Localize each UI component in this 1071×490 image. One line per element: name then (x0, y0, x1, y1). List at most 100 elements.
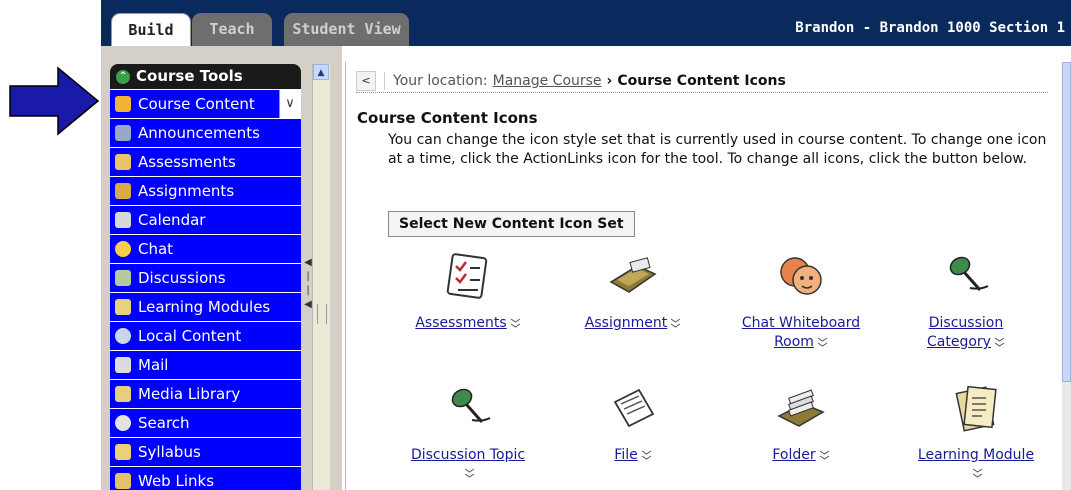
course-tools-header[interactable]: ⌃ Course Tools (110, 64, 301, 89)
icon-item-discussion-topic[interactable]: Discussion Topic (388, 382, 548, 481)
sidebar-item-mail[interactable]: Mail (110, 350, 301, 379)
content-scroll-thumb[interactable] (1062, 62, 1071, 382)
course-title: Brandon - Brandon 1000 Section 1 (795, 20, 1065, 36)
back-arrow-icon[interactable]: < (356, 71, 376, 91)
action-menu-icon[interactable] (464, 467, 475, 479)
action-menu-icon[interactable] (819, 449, 830, 461)
sidebar-item-label: Course Content (138, 94, 255, 113)
action-menu-icon[interactable] (817, 336, 828, 348)
icon-item-assignment[interactable]: Assignment (553, 250, 713, 333)
action-menu-icon[interactable] (641, 449, 652, 461)
content-scrollbar[interactable] (1062, 62, 1071, 490)
icon-label[interactable]: Folder (772, 447, 815, 463)
collapse-circle-icon[interactable]: ⌃ (116, 69, 130, 84)
module-icon (115, 299, 131, 315)
icon-label[interactable]: Discussion Topic (411, 447, 525, 463)
page-title: Course Content Icons (357, 109, 538, 127)
icon-label[interactable]: Discussion Category (927, 315, 1003, 350)
sidebar-item-label: Assessments (138, 152, 236, 171)
annotation-arrow-icon (9, 66, 100, 136)
sidebar-item-assessments[interactable]: Assessments (110, 147, 301, 176)
sidebar-item-chat[interactable]: Chat (110, 234, 301, 263)
icon-item-folder[interactable]: Folder (721, 382, 881, 465)
search-icon (115, 415, 131, 431)
breadcrumb-separator: › (606, 73, 613, 89)
course-tools-nav: ⌃ Course Tools Course Content ∨ Announce… (110, 64, 301, 490)
mail-icon (115, 357, 131, 373)
assignment-icon (115, 183, 131, 199)
sidebar-item-label: Learning Modules (138, 297, 271, 316)
icon-label[interactable]: File (614, 447, 637, 463)
action-menu-icon[interactable] (972, 467, 983, 479)
file-icon (613, 388, 655, 428)
sidebar-item-label: Assignments (138, 181, 235, 200)
icon-item-discussion-category[interactable]: Discussion Category (906, 250, 1026, 352)
sidebar-item-label: Mail (138, 355, 169, 374)
icon-item-learning-module[interactable]: Learning Module (906, 382, 1046, 481)
syllabus-icon (115, 444, 131, 460)
tab-build[interactable]: Build (111, 13, 191, 46)
scroll-grip[interactable] (317, 304, 327, 324)
sidebar-item-label: Calendar (138, 210, 206, 229)
megaphone-icon (115, 125, 131, 141)
sidebar-item-syllabus[interactable]: Syllabus (110, 437, 301, 466)
chevron-down-icon[interactable]: ∨ (279, 90, 300, 118)
icon-item-assessments[interactable]: Assessments (388, 250, 548, 333)
breadcrumb-manage-course-link[interactable]: Manage Course (493, 73, 602, 89)
sidebar-item-label: Chat (138, 239, 174, 258)
disc-icon (115, 328, 131, 344)
breadcrumb-current: Course Content Icons (617, 73, 786, 89)
select-icon-set-button[interactable]: Select New Content Icon Set (388, 211, 635, 237)
chat-faces-icon (780, 257, 822, 295)
quiz-icon (446, 253, 488, 299)
icon-item-chat-whiteboard-room[interactable]: Chat Whiteboard Room (721, 250, 881, 352)
tab-teach[interactable]: Teach (192, 13, 272, 46)
content-frame: < Your location: Manage Course › Course … (345, 62, 1063, 490)
sidebar-item-web-links[interactable]: Web Links (110, 466, 301, 490)
icon-label[interactable]: Learning Module (918, 447, 1034, 463)
breadcrumb: < Your location: Manage Course › Course … (356, 70, 1048, 93)
module-icon (955, 385, 997, 432)
sidebar-item-label: Web Links (138, 471, 215, 490)
sidebar-item-calendar[interactable]: Calendar (110, 205, 301, 234)
action-menu-icon[interactable] (510, 317, 521, 329)
page-description: You can change the icon style set that i… (388, 132, 1047, 167)
sidebar-item-label: Discussions (138, 268, 226, 287)
sidebar-item-course-content[interactable]: Course Content ∨ (110, 89, 301, 118)
folder-icon (777, 389, 825, 427)
icon-label[interactable]: Assessments (415, 315, 506, 331)
action-menu-icon[interactable] (670, 317, 681, 329)
sidebar-item-assignments[interactable]: Assignments (110, 176, 301, 205)
breadcrumb-divider (384, 72, 385, 90)
sidebar-item-label: Announcements (138, 123, 260, 142)
top-bar: Build Teach Student View Brandon - Brand… (101, 0, 1071, 46)
sidebar-item-label: Search (138, 413, 190, 432)
sidebar-item-label: Media Library (138, 384, 241, 403)
nav-scrollbar[interactable]: ▲ (312, 64, 330, 490)
sidebar-item-search[interactable]: Search (110, 408, 301, 437)
sidebar-item-learning-modules[interactable]: Learning Modules (110, 292, 301, 321)
breadcrumb-prefix: Your location: (393, 73, 488, 89)
sidebar-item-discussions[interactable]: Discussions (110, 263, 301, 292)
quiz-icon (115, 154, 131, 170)
tray-icon (609, 257, 657, 293)
action-menu-icon[interactable] (994, 336, 1005, 348)
sidebar-item-local-content[interactable]: Local Content (110, 321, 301, 350)
sidebar-item-label: Syllabus (138, 442, 201, 461)
pushpin-icon (949, 256, 989, 291)
chat-icon (115, 241, 131, 257)
sidebar-item-announcements[interactable]: Announcements (110, 118, 301, 147)
sidebar-item-label: Local Content (138, 326, 242, 345)
calendar-icon (115, 212, 131, 228)
course-tools-title: Course Tools (136, 67, 243, 85)
media-icon (115, 386, 131, 402)
home-icon (115, 96, 131, 112)
pushpin-icon (115, 270, 131, 286)
icon-item-file[interactable]: File (553, 382, 713, 465)
icon-label[interactable]: Chat Whiteboard Room (742, 315, 860, 350)
icon-label[interactable]: Assignment (585, 315, 667, 331)
tab-student-view[interactable]: Student View (284, 13, 409, 46)
sidebar-item-media-library[interactable]: Media Library (110, 379, 301, 408)
left-frame: ⌃ Course Tools Course Content ∨ Announce… (101, 46, 342, 490)
scroll-up-icon[interactable]: ▲ (313, 64, 329, 80)
